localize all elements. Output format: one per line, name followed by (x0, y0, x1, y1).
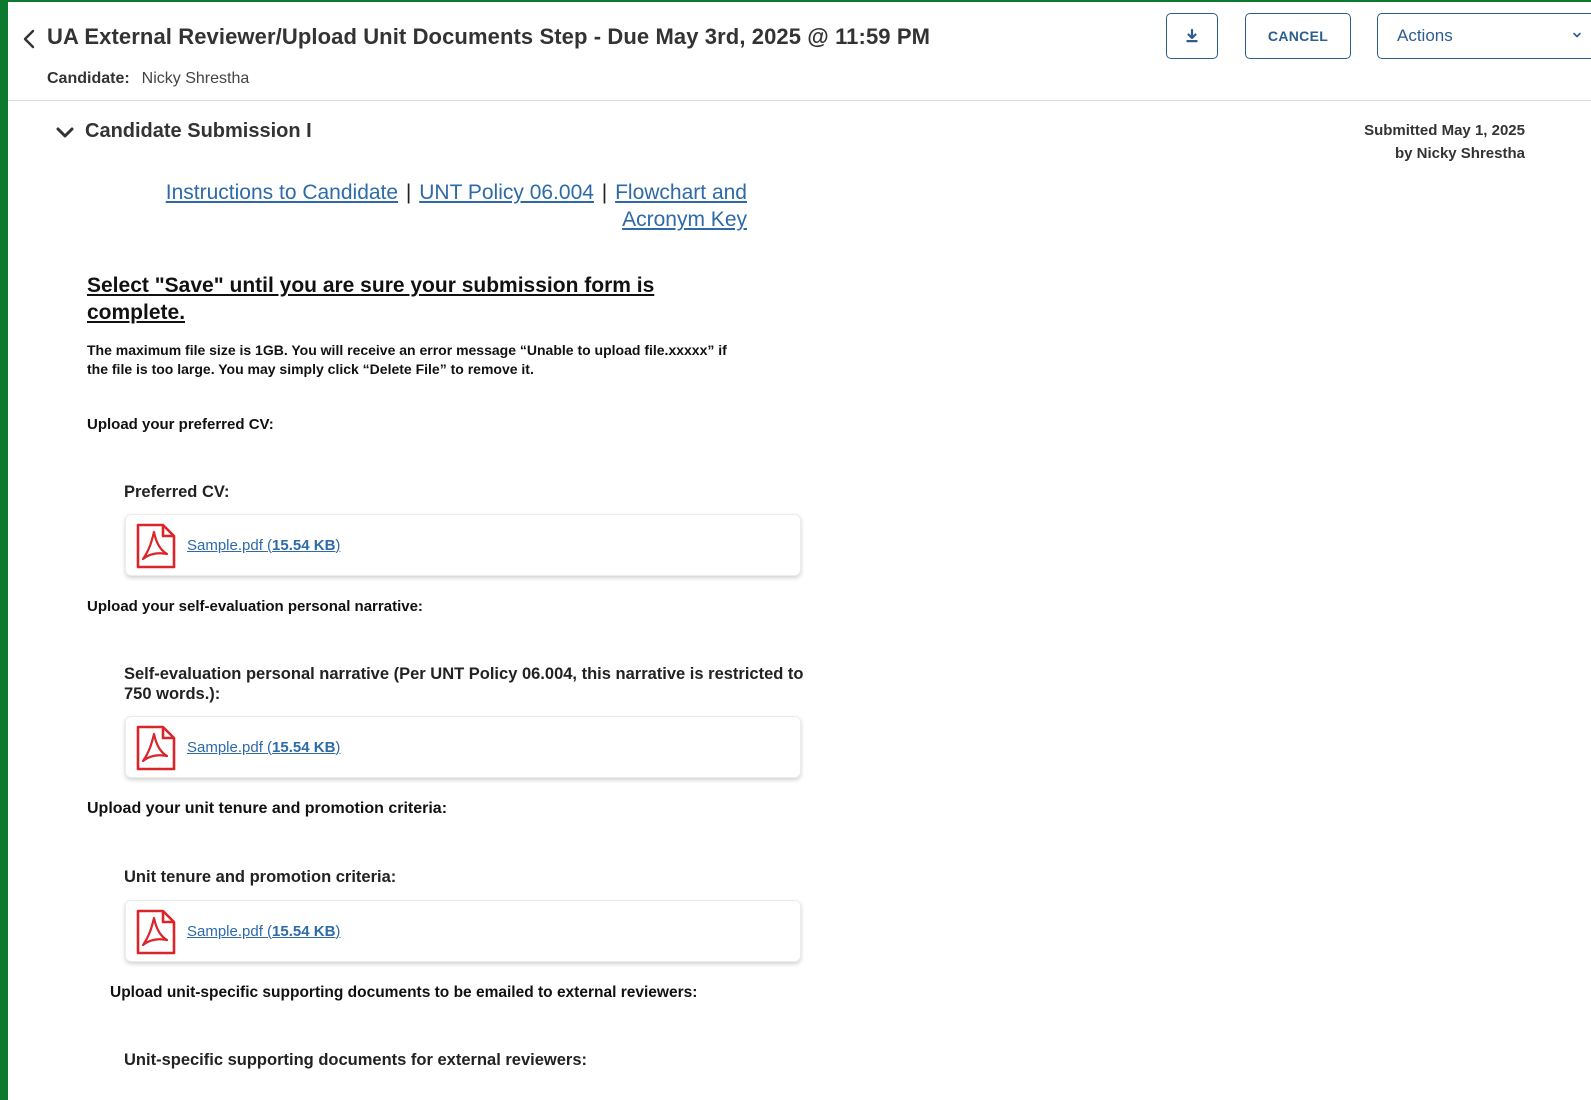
file-size: 15.54 KB (272, 739, 336, 756)
field-label-cv: Preferred CV: (124, 483, 230, 501)
download-button[interactable] (1166, 13, 1218, 59)
file-paren: ) (335, 739, 341, 756)
pdf-file-icon (136, 909, 176, 955)
page-frame: UA External Reviewer/Upload Unit Documen… (8, 2, 1591, 1100)
max-file-size-note: The maximum file size is 1GB. You will r… (87, 342, 727, 377)
file-link-narrative[interactable]: Sample.pdf (15.54 KB) (187, 739, 340, 756)
file-card-cv: Sample.pdf (15.54 KB) (125, 514, 801, 576)
actions-label: Actions (1397, 26, 1453, 45)
cancel-button[interactable]: CANCEL (1245, 13, 1351, 59)
chevron-down-icon (56, 127, 74, 138)
reference-links: Instructions to Candidate | UNT Policy 0… (107, 179, 747, 233)
file-link-criteria[interactable]: Sample.pdf (15.54 KB) (187, 923, 340, 940)
submitted-info: Submitted May 1, 2025 by Nicky Shrestha (1364, 119, 1525, 165)
link-separator: | (601, 181, 608, 204)
file-paren: ) (335, 537, 341, 554)
candidate-name: Nicky Shrestha (141, 70, 250, 87)
upload-prompt-cv: Upload your preferred CV: (87, 416, 274, 433)
upload-prompt-supporting: Upload unit-specific supporting document… (110, 984, 698, 1001)
flowchart-link-line1: Flowchart and (615, 181, 747, 204)
field-label-supporting: Unit-specific supporting documents for e… (124, 1051, 588, 1069)
field-label-criteria: Unit tenure and promotion criteria: (124, 868, 397, 886)
file-name: Sample.pdf ( (187, 739, 273, 756)
flowchart-link-line2: Acronym Key (622, 208, 747, 231)
candidate-line: Candidate: Nicky Shrestha (47, 70, 249, 88)
policy-link[interactable]: UNT Policy 06.004 (419, 181, 594, 204)
upload-prompt-criteria: Upload your unit tenure and promotion cr… (87, 800, 448, 817)
chevron-down-icon (1573, 32, 1581, 38)
file-link-cv[interactable]: Sample.pdf (15.54 KB) (187, 537, 340, 554)
file-paren: ) (335, 923, 341, 940)
pdf-file-icon (136, 725, 176, 771)
file-size: 15.54 KB (272, 923, 336, 940)
instructions-link[interactable]: Instructions to Candidate (166, 181, 398, 204)
save-notice-heading: Select "Save" until you are sure your su… (87, 274, 655, 324)
submitted-by: by Nicky Shrestha (1394, 145, 1525, 162)
file-name: Sample.pdf ( (187, 537, 273, 554)
file-card-narrative: Sample.pdf (15.54 KB) (125, 716, 801, 778)
upload-prompt-narrative: Upload your self-evaluation personal nar… (87, 598, 423, 615)
link-separator: | (405, 181, 412, 204)
submitted-date: Submitted May 1, 2025 (1364, 122, 1525, 139)
back-button[interactable] (18, 26, 40, 52)
chevron-left-icon (23, 29, 35, 49)
pdf-file-icon (136, 523, 176, 569)
candidate-label: Candidate: (47, 70, 130, 87)
download-icon (1186, 29, 1198, 43)
file-size: 15.54 KB (272, 537, 336, 554)
flowchart-link[interactable]: Flowchart and Acronym Key (615, 181, 747, 231)
header-divider (8, 100, 1591, 101)
section-collapse-toggle[interactable] (54, 123, 76, 143)
file-card-criteria: Sample.pdf (15.54 KB) (125, 900, 801, 962)
actions-dropdown[interactable]: Actions (1377, 13, 1591, 59)
page-title: UA External Reviewer/Upload Unit Documen… (47, 24, 931, 49)
section-title: Candidate Submission I (85, 120, 312, 142)
field-label-narrative: Self-evaluation personal narrative (Per … (124, 665, 804, 703)
file-name: Sample.pdf ( (187, 923, 273, 940)
